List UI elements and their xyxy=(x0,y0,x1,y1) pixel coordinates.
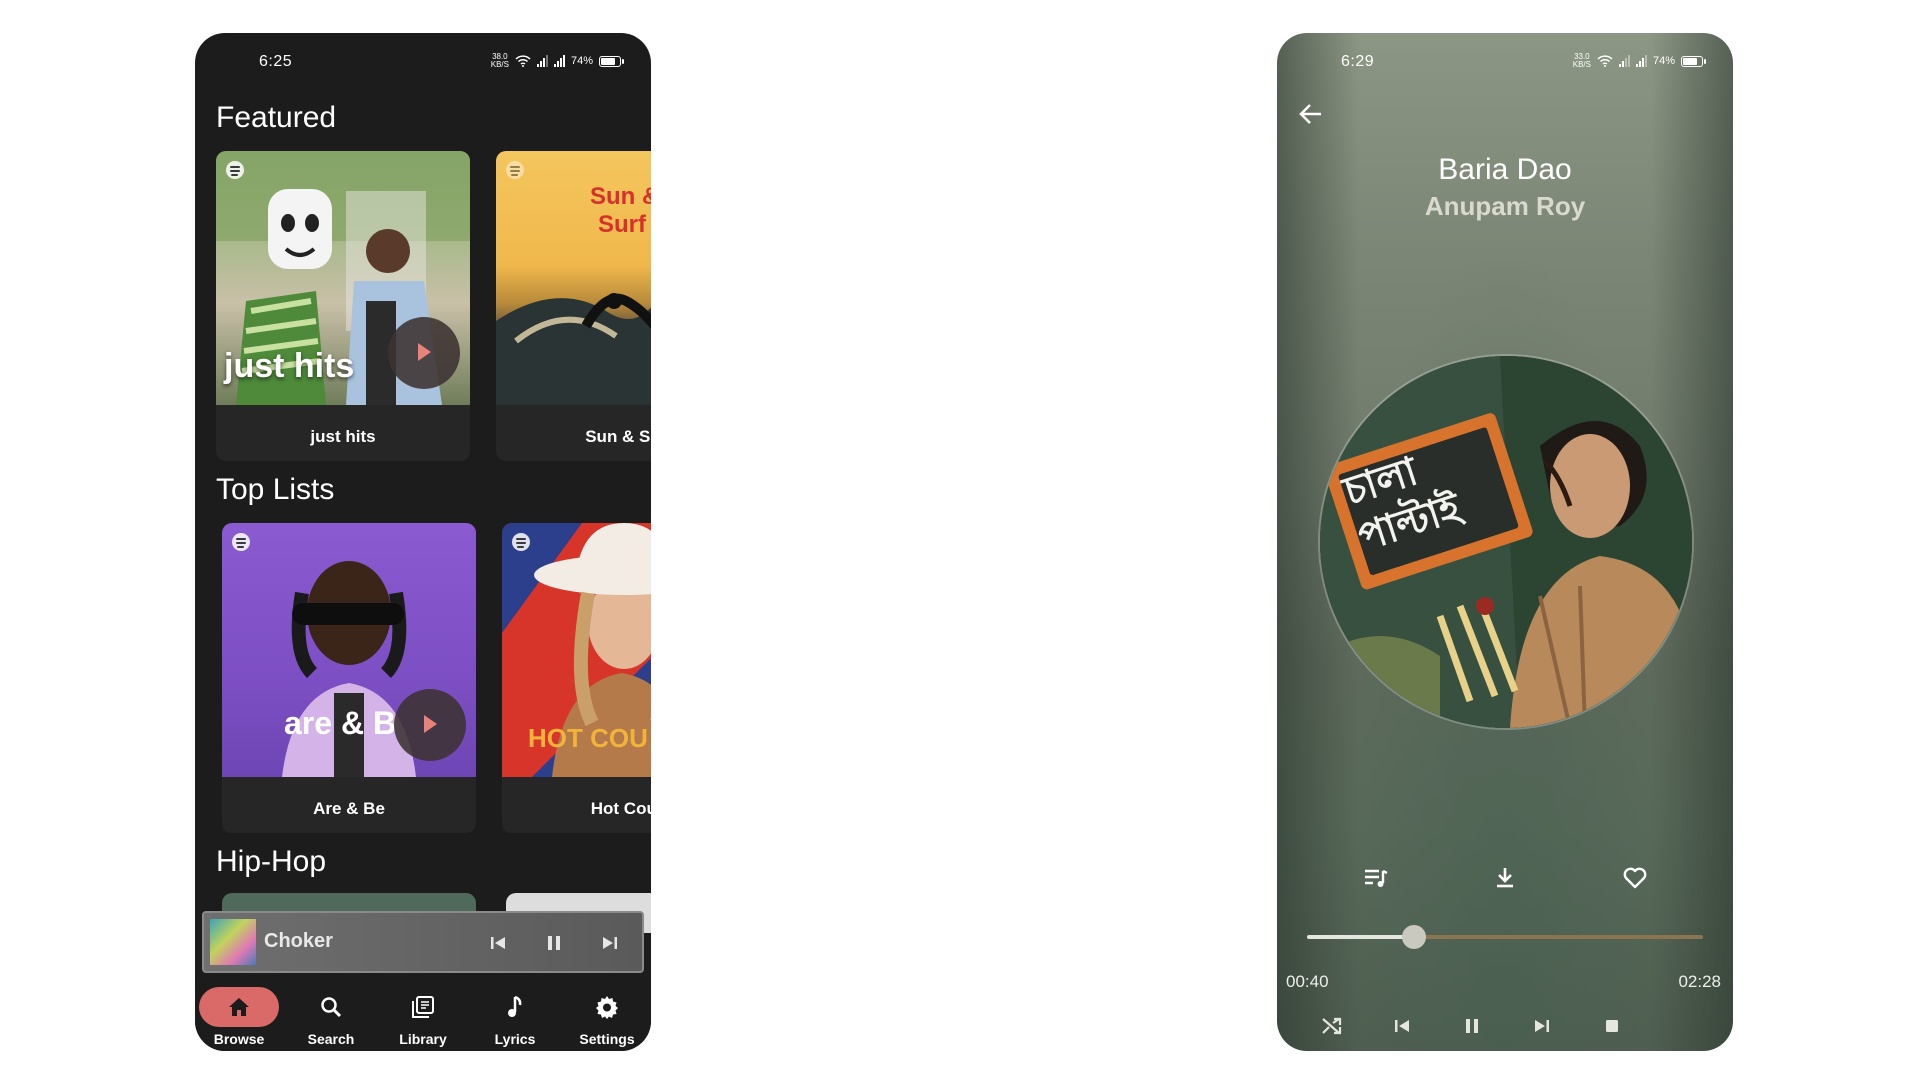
art-text: are & B xyxy=(284,705,397,741)
playlist-art: just hits xyxy=(216,151,470,405)
spotify-icon xyxy=(226,161,244,179)
back-arrow-icon[interactable] xyxy=(1293,96,1329,132)
play-button[interactable] xyxy=(394,689,466,761)
art-text: just hits xyxy=(224,347,355,385)
battery-percent: 74% xyxy=(1652,55,1675,67)
playlist-label: Sun & Su xyxy=(585,427,651,446)
song-artist: Anupam Roy xyxy=(1424,191,1586,221)
wifi-icon xyxy=(1597,55,1613,67)
nav-item-settings[interactable]: Settings xyxy=(567,981,647,1047)
spotify-icon xyxy=(232,533,250,551)
nav-item-browse[interactable]: Browse xyxy=(199,981,279,1047)
signal-icon xyxy=(1618,55,1630,67)
song-title: Baria Dao xyxy=(1438,153,1572,186)
nav-label: Settings xyxy=(579,1031,635,1047)
playlist-art: are & B xyxy=(222,523,476,777)
stop-icon[interactable] xyxy=(1595,1009,1629,1043)
pause-icon[interactable] xyxy=(540,929,568,957)
elapsed-time: 00:40 xyxy=(1286,972,1329,991)
battery-percent: 74% xyxy=(570,55,593,67)
mini-player[interactable]: Choker xyxy=(202,911,644,973)
status-bar: 6:25 38.0 KB/S 74% xyxy=(195,33,651,91)
battery-icon xyxy=(1681,55,1706,67)
signal-icon-2 xyxy=(1635,55,1647,67)
art-text: HOT COU xyxy=(528,723,648,753)
nav-label: Lyrics xyxy=(494,1031,536,1047)
wifi-icon xyxy=(515,55,531,67)
nav-label: Search xyxy=(307,1031,355,1047)
seek-bar-progress xyxy=(1307,935,1414,939)
nav-item-search[interactable]: Search xyxy=(291,981,371,1047)
now-playing-screen: 6:29 33.0KB/S 74% Baria Dao Anupam Roy xyxy=(1277,33,1733,1051)
mini-player-title: Choker xyxy=(264,930,333,952)
spotify-icon xyxy=(506,161,524,179)
signal-icon-2 xyxy=(553,55,565,67)
status-bar: 6:29 33.0 KB/S 74% xyxy=(1277,33,1733,91)
section-title-featured: Featured xyxy=(216,101,337,134)
album-art-disc: চালা পাল্টাই xyxy=(1320,356,1692,728)
download-icon[interactable] xyxy=(1488,861,1522,895)
nav-item-library[interactable]: Library xyxy=(383,981,463,1047)
playlist-label: just hits xyxy=(310,427,376,446)
home-icon xyxy=(229,998,249,1016)
network-speed: 33.0 KB/S xyxy=(1572,52,1591,69)
playlist-label: Hot Coun xyxy=(590,799,651,818)
status-time: 6:25 xyxy=(259,53,293,70)
gear-icon xyxy=(596,996,618,1019)
pause-icon[interactable] xyxy=(1455,1009,1489,1043)
total-time: 02:28 xyxy=(1678,972,1721,991)
library-icon xyxy=(412,996,434,1018)
play-button[interactable] xyxy=(388,317,460,389)
network-speed: 38.0 KB/S xyxy=(490,52,509,69)
signal-icon xyxy=(536,55,548,67)
shuffle-icon[interactable] xyxy=(1315,1009,1349,1043)
previous-icon[interactable] xyxy=(1385,1009,1419,1043)
playlist-label: Are & Be xyxy=(313,799,385,818)
section-title-hip-hop: Hip-Hop xyxy=(216,845,327,878)
playlist-card-hot-country[interactable]: HOT COU Hot Coun xyxy=(502,523,651,833)
status-icons: 38.0 KB/S 74% xyxy=(490,52,624,69)
playlist-card-are-and-be[interactable]: are & B Are & Be xyxy=(222,523,476,833)
playlist-art: Sun & Surf xyxy=(496,151,651,405)
queue-icon[interactable] xyxy=(1359,861,1393,895)
section-title-top-lists: Top Lists xyxy=(216,473,335,506)
playlist-art: HOT COU xyxy=(502,523,651,777)
bottom-navigation: Browse Search Library Lyrics Settings xyxy=(195,981,651,1051)
browse-screen: 6:25 38.0 KB/S 74% Featured just hits ju… xyxy=(195,33,651,1051)
seek-bar[interactable] xyxy=(1307,935,1703,939)
battery-icon xyxy=(599,55,624,67)
nav-item-lyrics[interactable]: Lyrics xyxy=(475,981,555,1047)
mini-player-artwork xyxy=(210,919,256,965)
previous-icon[interactable] xyxy=(484,929,512,957)
playlist-card-sun-surf[interactable]: Sun & Surf Sun & Su xyxy=(496,151,651,461)
heart-icon[interactable] xyxy=(1618,861,1652,895)
seek-bar-handle[interactable] xyxy=(1401,925,1426,949)
next-icon[interactable] xyxy=(1525,1009,1559,1043)
status-time: 6:29 xyxy=(1341,53,1375,70)
playlist-card-just-hits[interactable]: just hits just hits xyxy=(216,151,470,461)
next-icon[interactable] xyxy=(596,929,624,957)
status-icons: 33.0 KB/S 74% xyxy=(1572,52,1706,69)
search-icon xyxy=(321,997,342,1018)
spotify-icon xyxy=(512,533,530,551)
art-text: Sun & Surf xyxy=(590,183,651,238)
music-note-icon xyxy=(508,995,522,1017)
nav-label: Library xyxy=(399,1031,447,1047)
nav-label: Browse xyxy=(213,1031,265,1047)
